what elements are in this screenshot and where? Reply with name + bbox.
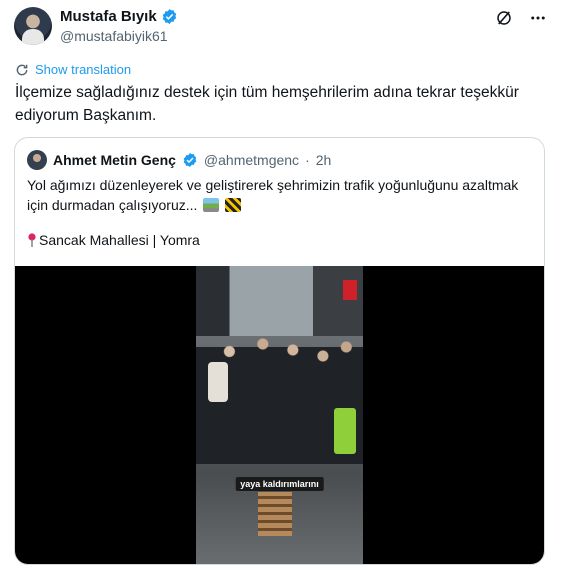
video-scene-flag bbox=[343, 280, 357, 300]
verified-badge-icon bbox=[183, 153, 197, 167]
location-pin-icon bbox=[28, 233, 36, 247]
show-translation-label: Show translation bbox=[35, 62, 132, 77]
quoted-tweet[interactable]: Ahmet Metin Genç @ahmetmgenc · 2h Yol ağ… bbox=[14, 137, 545, 565]
quote-separator: · bbox=[305, 152, 310, 168]
video-scene-worker bbox=[334, 408, 356, 454]
quote-avatar[interactable] bbox=[27, 150, 47, 170]
tweet-text: İlçemize sağladığınız destek için tüm he… bbox=[15, 84, 519, 124]
video-caption: yaya kaldırımlarını bbox=[235, 477, 324, 491]
quote-header: Ahmet Metin Genç @ahmetmgenc · 2h bbox=[27, 150, 331, 170]
quote-location: Sancak Mahallesi | Yomra bbox=[27, 232, 200, 248]
quote-location-label: Sancak Mahallesi | Yomra bbox=[39, 232, 200, 248]
verified-badge-icon bbox=[162, 9, 176, 24]
grok-icon[interactable] bbox=[495, 9, 513, 27]
author-avatar[interactable] bbox=[14, 7, 52, 45]
show-translation-link[interactable]: Show translation bbox=[15, 62, 131, 77]
quote-author-handle[interactable]: @ahmetmgenc bbox=[204, 152, 299, 168]
author-name-row: Mustafa Bıyık bbox=[60, 8, 178, 25]
more-icon[interactable] bbox=[529, 9, 547, 27]
author-handle[interactable]: @mustafabiyik61 bbox=[60, 28, 168, 44]
construction-emoji-icon bbox=[225, 198, 242, 212]
quote-text-body: Yol ağımızı düzenleyerek ve geliştirerek… bbox=[27, 177, 519, 213]
video-player[interactable]: yaya kaldırımlarını bbox=[196, 266, 363, 564]
road-emoji-icon bbox=[203, 198, 220, 212]
translate-icon bbox=[16, 64, 28, 75]
video-scene-person bbox=[208, 362, 228, 402]
tweet-header: Mustafa Bıyık @mustafabiyik61 bbox=[14, 7, 547, 47]
quote-author-name[interactable]: Ahmet Metin Genç bbox=[53, 152, 176, 168]
quote-media[interactable]: yaya kaldırımlarını bbox=[15, 266, 544, 564]
quote-text: Yol ağımızı düzenleyerek ve geliştirerek… bbox=[27, 175, 537, 215]
author-name[interactable]: Mustafa Bıyık bbox=[60, 8, 157, 25]
video-scene-pallets bbox=[258, 492, 292, 536]
quote-timestamp[interactable]: 2h bbox=[316, 152, 332, 168]
header-actions bbox=[495, 9, 547, 27]
